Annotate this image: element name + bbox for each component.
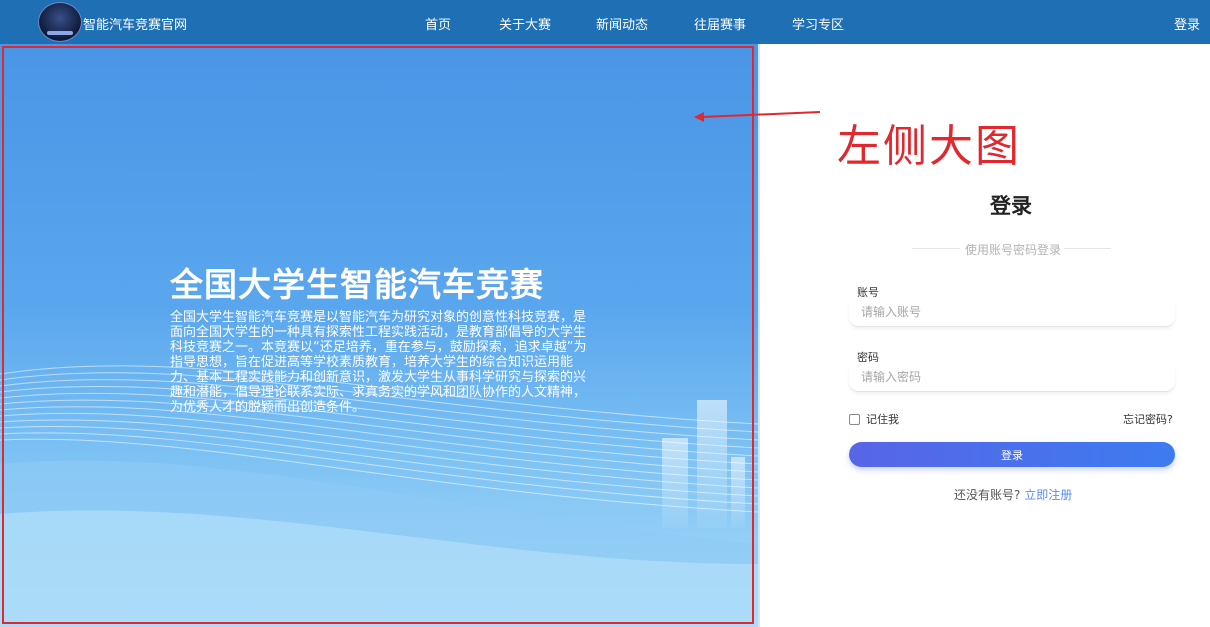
nav-item-about[interactable]: 关于大赛 xyxy=(499,14,551,33)
login-subtitle: 使用账号密码登录 xyxy=(965,243,1062,257)
nav-item-learning[interactable]: 学习专区 xyxy=(792,14,844,33)
nav-item-past-events[interactable]: 往届赛事 xyxy=(694,14,746,33)
hero-title: 全国大学生智能汽车竞赛 xyxy=(170,265,544,304)
hero-description: 全国大学生智能汽车竞赛是以智能汽车为研究对象的创意性科技竞赛，是面向全国大学生的… xyxy=(170,310,587,415)
remember-checkbox[interactable] xyxy=(849,413,860,425)
subtitle-divider-left xyxy=(912,248,960,249)
header-login-link[interactable]: 登录 xyxy=(1174,14,1200,33)
login-submit-button[interactable]: 登录 xyxy=(849,442,1175,467)
top-navbar: 智能汽车竞赛官网 首页 关于大赛 新闻动态 往届赛事 学习专区 登录 xyxy=(0,0,1210,44)
panel-divider xyxy=(758,44,760,627)
forgot-password-link[interactable]: 忘记密码? xyxy=(1123,411,1173,427)
annotation-arrow-icon xyxy=(694,111,821,122)
competition-logo-icon[interactable] xyxy=(38,2,82,42)
register-prompt: 还没有账号? 立即注册 xyxy=(954,486,1072,503)
site-title[interactable]: 智能汽车竞赛官网 xyxy=(83,14,187,33)
hero-banner: 全国大学生智能汽车竞赛 全国大学生智能汽车竞赛是以智能汽车为研究对象的创意性科技… xyxy=(0,44,758,627)
register-link[interactable]: 立即注册 xyxy=(1024,488,1072,502)
login-title: 登录 xyxy=(990,194,1032,218)
account-input[interactable] xyxy=(849,297,1175,327)
remember-label: 记住我 xyxy=(866,413,899,426)
nav-item-home[interactable]: 首页 xyxy=(425,14,451,33)
no-account-text: 还没有账号? xyxy=(954,488,1021,502)
subtitle-divider-right xyxy=(1064,248,1111,249)
remember-me[interactable]: 记住我 xyxy=(849,411,899,427)
annotation-label: 左侧大图 xyxy=(837,121,1021,172)
nav-item-news[interactable]: 新闻动态 xyxy=(596,14,648,33)
password-input[interactable] xyxy=(849,362,1175,392)
